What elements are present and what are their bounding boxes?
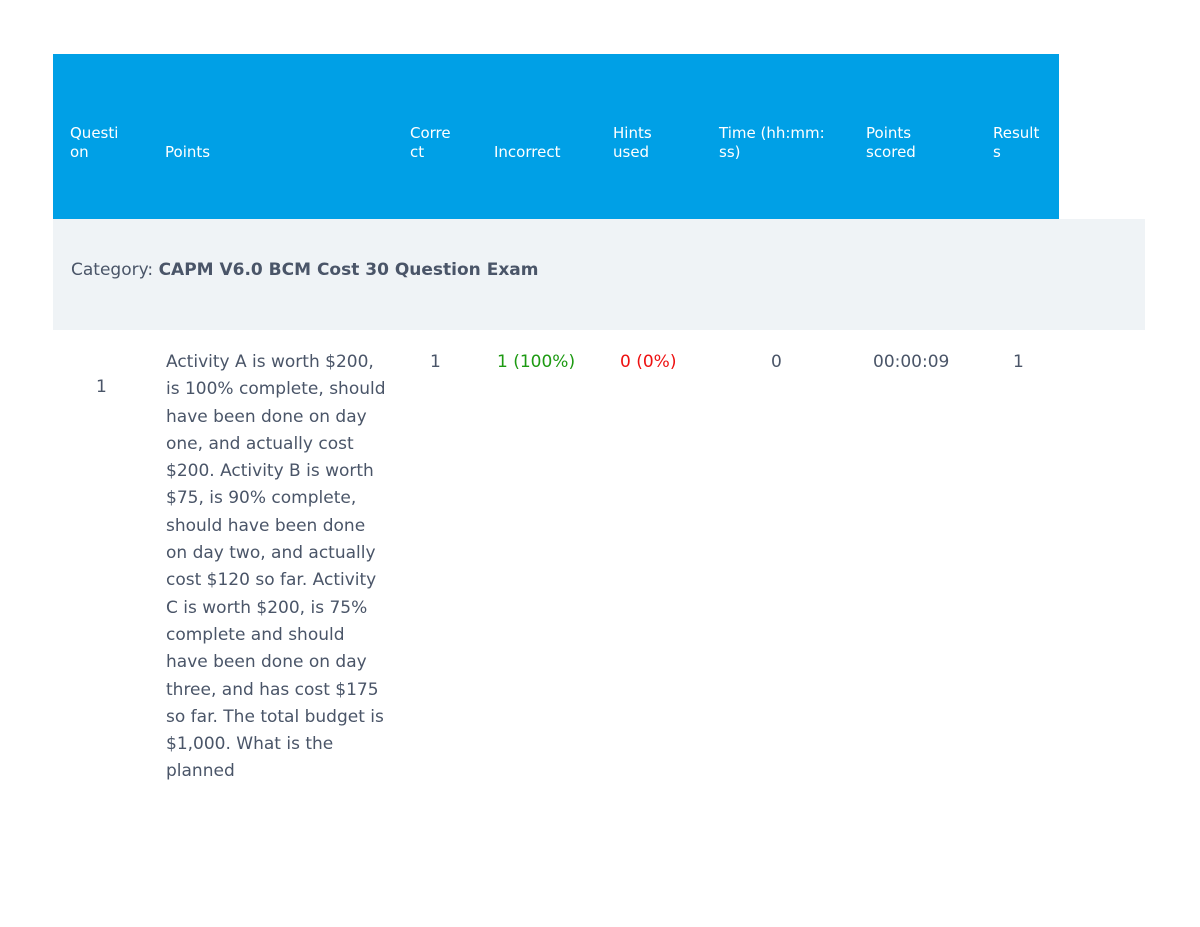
time-value: 00:00:09	[873, 352, 950, 372]
header-incorrect: Incorrect	[494, 143, 561, 161]
header-question: Questi on	[70, 124, 119, 161]
table-header: Questi on Points Corre ct Incorrect Hint…	[53, 54, 1059, 219]
header-points: Points	[165, 143, 211, 161]
category-heading: Category: CAPM V6.0 BCM Cost 30 Question…	[71, 260, 538, 280]
category-row: Category: CAPM V6.0 BCM Cost 30 Question…	[53, 219, 1145, 330]
points-scored-value: 1	[1013, 352, 1024, 372]
incorrect-value: 0 (0%)	[620, 352, 677, 372]
header-time: Time (hh:mm: ss)	[719, 124, 825, 161]
question-text: Activity A is worth $200, is 100% comple…	[166, 352, 386, 782]
question-number: 1	[96, 377, 107, 397]
category-name: CAPM V6.0 BCM Cost 30 Question Exam	[158, 260, 539, 280]
header-points-scored: Points scored	[866, 124, 916, 161]
correct-value: 1 (100%)	[497, 352, 576, 372]
header-results: Result s	[993, 124, 1040, 161]
points-value: 1	[430, 352, 441, 372]
header-correct: Corre ct	[410, 124, 451, 161]
category-label: Category:	[71, 260, 154, 280]
header-hints-used: Hints used	[613, 124, 652, 161]
hints-used-value: 0	[771, 352, 782, 372]
